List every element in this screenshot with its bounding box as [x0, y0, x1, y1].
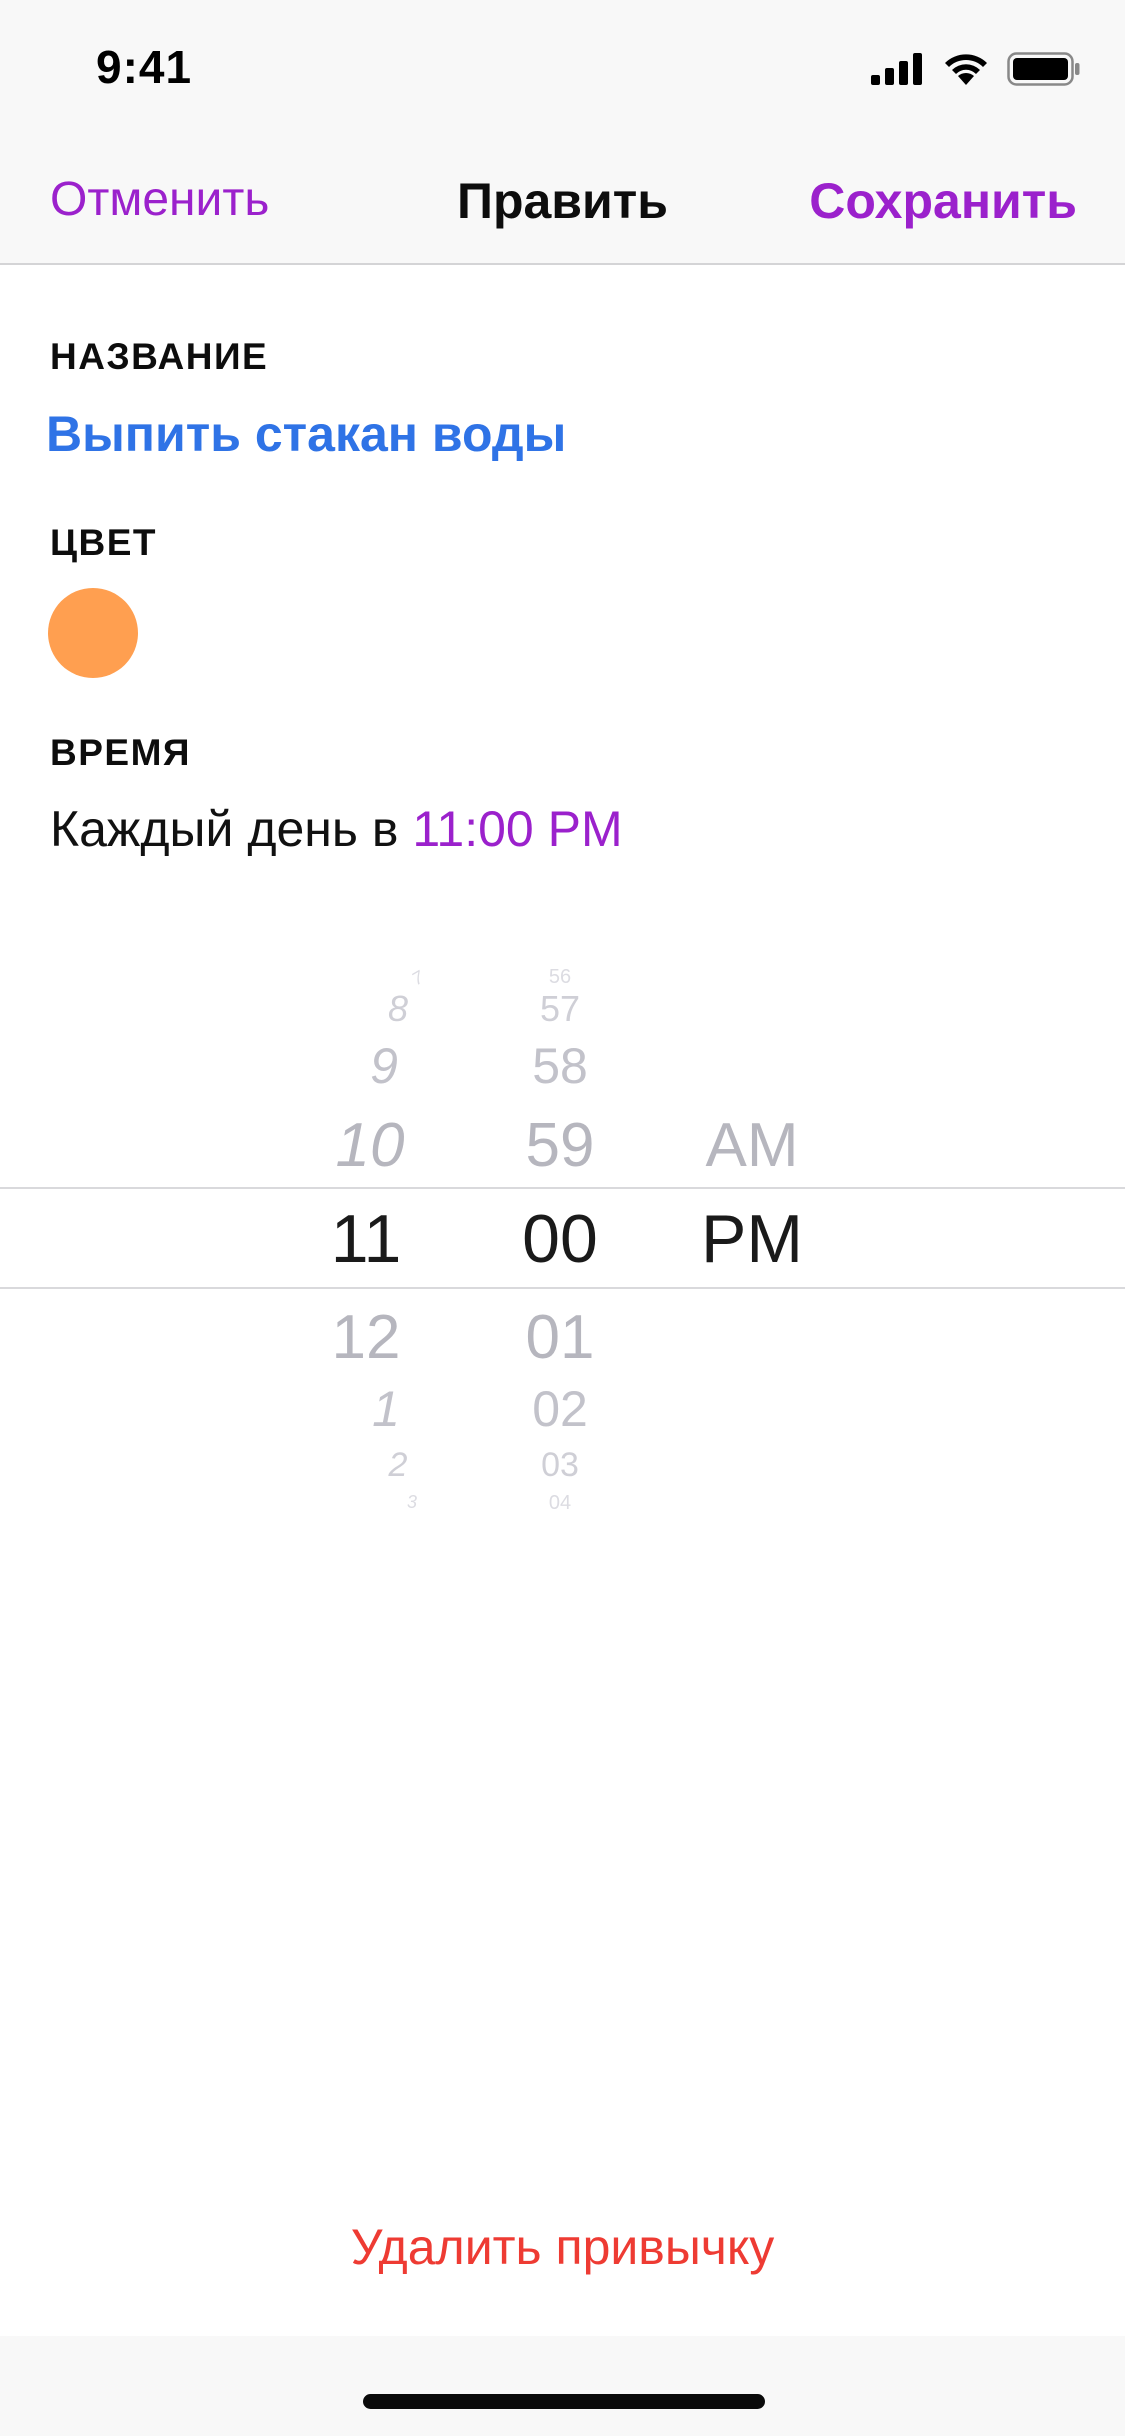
time-picker[interactable]: 7 8 9 10 11 12 1 2 3 56 57 58 59 00 01 0…	[0, 940, 1125, 1520]
minute-option[interactable]: 01	[526, 1302, 595, 1373]
hour-option[interactable]: 12	[332, 1302, 401, 1373]
color-label: ЦВЕТ	[50, 522, 158, 563]
hour-option-selected[interactable]: 11	[331, 1200, 402, 1278]
period-option-selected[interactable]: PM	[701, 1200, 803, 1278]
delete-habit-button[interactable]: Удалить привычку	[0, 2218, 1125, 2276]
minute-option-selected[interactable]: 00	[522, 1200, 598, 1278]
color-swatch-button[interactable]	[48, 588, 138, 678]
home-indicator[interactable]	[363, 2394, 765, 2409]
cellular-signal-icon	[871, 53, 922, 85]
save-button[interactable]: Сохранить	[809, 172, 1077, 230]
period-option[interactable]: AM	[706, 1110, 799, 1181]
hour-option[interactable]: 3	[407, 1492, 417, 1513]
status-icons	[871, 52, 1081, 86]
minute-option[interactable]: 57	[540, 988, 580, 1030]
hour-option[interactable]: 10	[336, 1110, 405, 1181]
time-value-link[interactable]: 11:00 PM	[412, 801, 622, 857]
picker-selection-bottom-line	[0, 1287, 1125, 1289]
battery-icon	[1007, 52, 1080, 86]
hour-option[interactable]: 2	[389, 1446, 408, 1485]
hour-option[interactable]: 8	[388, 988, 408, 1030]
hour-option[interactable]: 9	[370, 1037, 398, 1095]
home-indicator-area	[0, 2336, 1125, 2436]
name-field[interactable]: Выпить стакан воды	[46, 405, 566, 463]
picker-selection-top-line	[0, 1187, 1125, 1189]
wifi-icon	[945, 54, 987, 85]
name-label: НАЗВАНИЕ	[50, 336, 269, 377]
time-prefix: Каждый день в	[50, 801, 413, 857]
time-summary: Каждый день в 11:00 PM	[50, 800, 623, 858]
minute-option[interactable]: 59	[526, 1110, 595, 1181]
minute-option[interactable]: 58	[532, 1037, 588, 1095]
minute-option[interactable]: 04	[549, 1492, 571, 1515]
hour-option[interactable]: 1	[372, 1380, 400, 1438]
nav-bar: Отменить Править Сохранить	[0, 132, 1125, 265]
hour-option[interactable]: 7	[408, 967, 427, 990]
status-time: 9:41	[96, 41, 193, 93]
minute-option[interactable]: 03	[541, 1446, 579, 1485]
status-bar: 9:41	[0, 0, 1125, 132]
minute-option[interactable]: 02	[532, 1380, 588, 1438]
time-label: ВРЕМЯ	[50, 732, 191, 773]
minute-option[interactable]: 56	[549, 966, 571, 989]
